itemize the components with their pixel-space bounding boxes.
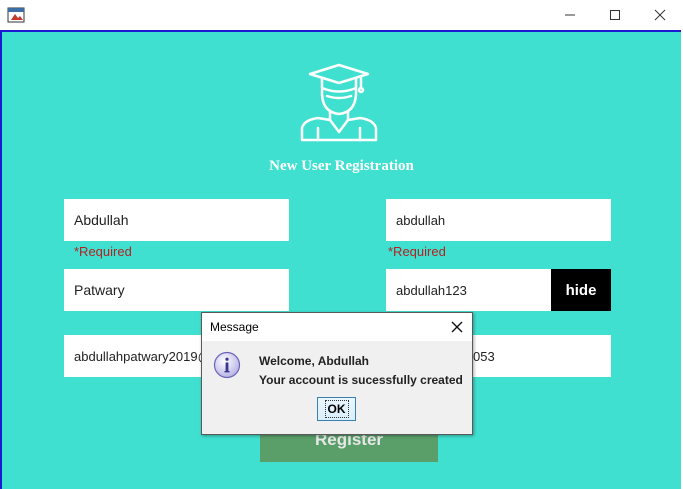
dialog-close-icon xyxy=(451,321,463,333)
hide-password-button[interactable]: hide xyxy=(551,269,611,311)
password-field[interactable]: abdullah123 xyxy=(386,269,551,311)
maximize-icon xyxy=(610,10,620,20)
info-icon xyxy=(213,351,241,379)
message-dialog: Message Welcome, Abdullah Your account i… xyxy=(201,312,473,435)
title-bar xyxy=(0,0,683,30)
maximize-button[interactable] xyxy=(592,0,638,30)
dialog-message-line1: Welcome, Abdullah xyxy=(259,354,370,368)
username-required-label: *Required xyxy=(388,244,446,259)
graduate-icon xyxy=(298,62,380,144)
phone-value: 053 xyxy=(473,348,495,364)
minimize-button[interactable] xyxy=(547,0,593,30)
ok-button[interactable]: OK xyxy=(317,397,356,421)
ok-button-label: OK xyxy=(324,400,349,418)
dialog-close-button[interactable] xyxy=(450,320,464,334)
dialog-title: Message xyxy=(210,320,259,334)
close-icon xyxy=(654,9,666,21)
app-icon xyxy=(7,6,25,24)
dialog-message-line2: Your account is sucessfully created xyxy=(259,373,463,387)
first-name-field[interactable]: Abdullah xyxy=(64,199,289,241)
username-field[interactable]: abdullah xyxy=(386,199,611,241)
minimize-icon xyxy=(565,14,575,16)
dialog-title-bar: Message xyxy=(202,313,472,341)
first-name-required-label: *Required xyxy=(74,244,132,259)
last-name-field[interactable]: Patwary xyxy=(64,269,289,311)
page-title: New User Registration xyxy=(269,158,414,174)
close-button[interactable] xyxy=(637,0,683,30)
